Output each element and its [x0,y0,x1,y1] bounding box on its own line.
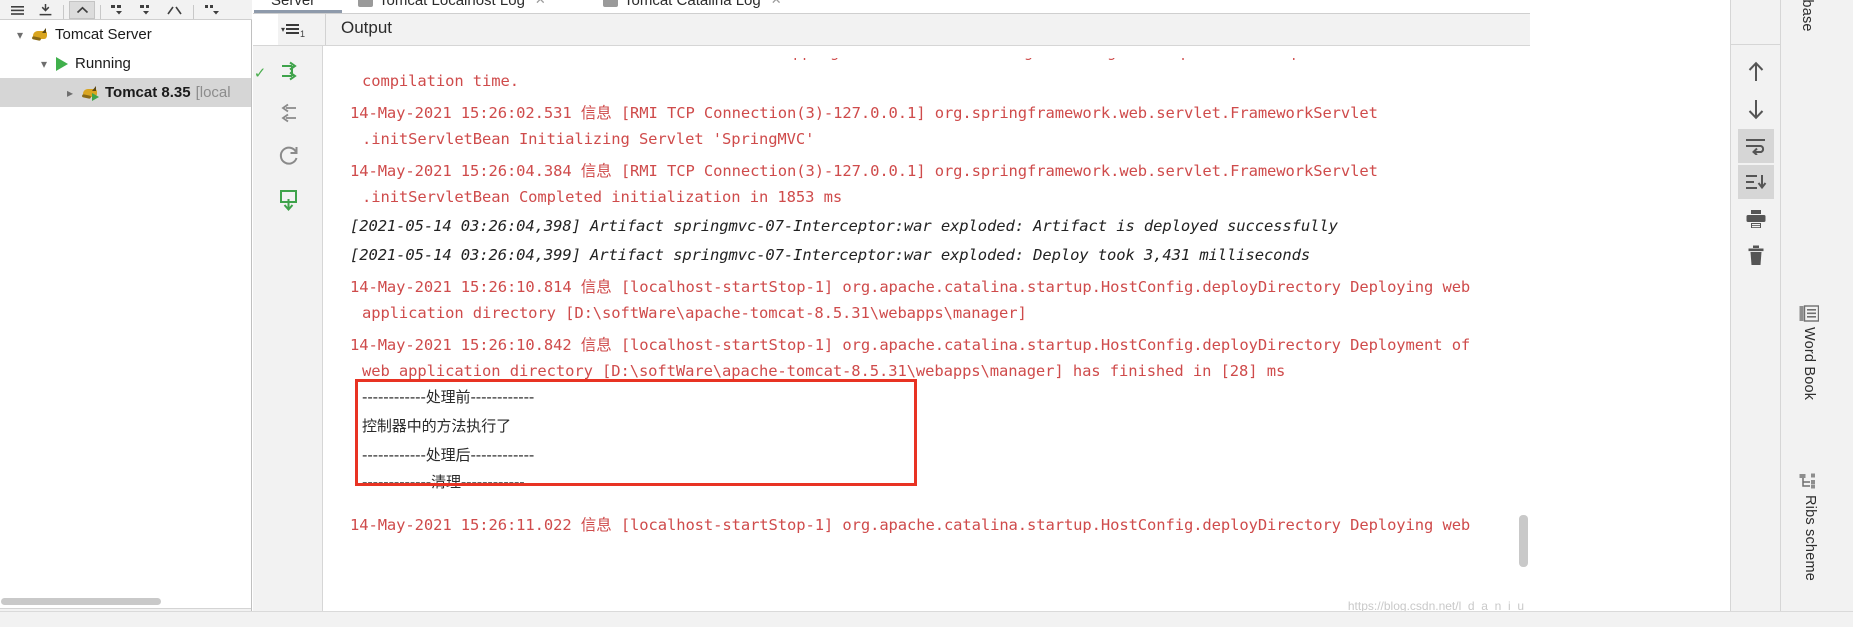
console-line-5: .initServletBean Completed initializatio… [362,188,843,206]
chevron-down-icon-2[interactable]: ▾ [32,57,56,71]
toolbar-separator-2 [100,5,101,19]
fold-lines-control[interactable]: ▾ 1 [281,19,321,40]
console-line-6: [2021-05-14 03:26:04,398] Artifact sprin… [350,217,1338,235]
log-tabstrip: Server Tomcat Localhost Log ✕ Tomcat Cat… [253,0,1530,13]
chevron-down-icon-fold[interactable]: ▾ [281,25,285,34]
tomcat-cat-running-icon [81,85,100,101]
scroll-down-icon[interactable] [1738,92,1774,126]
toolbar-separator-3 [193,5,194,19]
close-icon-2[interactable]: ✕ [771,0,782,8]
clear-all-icon[interactable] [1738,238,1774,272]
console-line-9: application directory [D:\softWare\apach… [362,304,1027,322]
tab-tomcat-catalina-log[interactable]: Tomcat Catalina Log ✕ [603,0,782,12]
console-line-12: ------------处理前------------ [362,388,535,406]
services-toolbar [0,0,252,20]
tool-button-ribs-scheme[interactable]: Ribs scheme [1799,472,1821,581]
ribs-scheme-icon [1799,472,1821,490]
fold-count: 1 [300,29,306,39]
export-icon[interactable] [272,183,306,217]
tree-label-server-suffix: [local [195,84,231,101]
soft-wrap-icon[interactable] [1738,129,1774,163]
console-scrollbar-thumb[interactable] [1519,515,1528,567]
close-icon[interactable]: ✕ [535,0,546,8]
output-title: Output [341,18,393,37]
tool-button-database[interactable]: Database [1799,0,1815,32]
console-line-2: 14-May-2021 15:26:02.531 信息 [RMI TCP Con… [350,104,1378,122]
console-gutter-toolbar: ✓ [253,46,323,627]
console-line-15: -------------清理------------ [362,473,525,491]
scrollbar-thumb[interactable] [1,598,161,605]
tree-label-running: Running [75,55,131,72]
tree-label-server-name: Tomcat 8.35 [105,84,191,101]
side-toolbar-separator [1731,44,1780,45]
tool-label-ribs-scheme: Ribs scheme [1802,495,1818,582]
tool-label-word-book: Word Book [1801,327,1817,401]
tree-row-tomcat-server[interactable]: ▾ Tomcat Server [0,20,251,49]
bottom-status-strip [0,611,1853,627]
tree-label-root: Tomcat Server [55,26,152,43]
log-file-icon-2 [603,0,618,7]
restart-icon[interactable] [272,139,306,173]
console-top-clip [324,46,1530,58]
tab-label-server: Server [271,0,316,9]
rerun-icon[interactable] [272,54,306,88]
scroll-up-icon[interactable] [1738,55,1774,89]
chevron-right-icon[interactable]: ▸ [58,86,82,100]
menu-icon[interactable] [4,1,30,19]
tomcat-cat-icon [31,27,50,43]
collapse-up-icon[interactable] [69,1,95,19]
toolbar-separator-1 [63,5,64,19]
console-area: Server Tomcat Localhost Log ✕ Tomcat Cat… [253,0,1530,627]
log-file-icon [358,0,373,7]
services-horizontal-scrollbar[interactable] [1,598,249,607]
right-tool-window-bar: Database Word Book [1780,0,1853,627]
collapse-branch-icon[interactable] [134,1,160,19]
tree-row-tomcat-instance[interactable]: ▸ Tomcat 8.35 [local [0,78,251,107]
tab-tomcat-localhost-log[interactable]: Tomcat Localhost Log ✕ [358,0,546,12]
fold-lines-icon [286,23,300,36]
console-line-13: 控制器中的方法执行了 [362,417,512,435]
wordbook-icon [1799,305,1819,322]
ide-window: ▾ Tomcat Server ▾ Running ▸ Tomcat 8.35 … [0,0,1853,627]
console-line-16: 14-May-2021 15:26:11.022 信息 [localhost-s… [350,516,1471,534]
console-line-14: ------------处理后------------ [362,446,535,464]
console-line-8: 14-May-2021 15:26:10.814 信息 [localhost-s… [350,278,1471,296]
output-header-left-pad [253,14,278,45]
settings-icon[interactable] [199,1,225,19]
tab-label-catalina-log: Tomcat Catalina Log [624,0,761,9]
success-check-icon: ✓ [253,65,267,82]
console-line-10: 14-May-2021 15:26:10.842 信息 [localhost-s… [350,336,1471,354]
tab-label-localhost-log: Tomcat Localhost Log [379,0,525,9]
tool-label-database: Database [1799,0,1815,32]
console-side-toolbar [1730,0,1780,627]
run-play-icon [56,56,68,71]
tree-row-running[interactable]: ▾ Running [0,49,251,78]
console-line-7: [2021-05-14 03:26:04,399] Artifact sprin… [350,246,1311,264]
services-panel: ▾ Tomcat Server ▾ Running ▸ Tomcat 8.35 … [0,0,252,627]
expand-branch-icon[interactable] [106,1,132,19]
services-tree[interactable]: ▾ Tomcat Server ▾ Running ▸ Tomcat 8.35 … [0,20,251,580]
download-icon[interactable] [32,1,58,19]
scroll-to-end-icon-side[interactable] [1738,165,1774,199]
chevron-down-icon[interactable]: ▾ [8,28,32,42]
print-icon[interactable] [1738,202,1774,236]
output-header-separator [325,14,326,45]
console-line-4: 14-May-2021 15:26:04.384 信息 [RMI TCP Con… [350,162,1378,180]
tool-button-word-book[interactable]: Word Book [1799,305,1819,400]
scroll-to-end-icon[interactable] [272,96,306,130]
console-line-1: compilation time. [362,72,519,90]
console-line-11: web application directory [D:\softWare\a… [362,362,1286,380]
console-output[interactable]: were scanned but no TLDs were found in t… [324,46,1530,627]
jump-icon[interactable] [162,1,188,19]
output-header: ▾ 1 Output [253,14,1530,46]
console-line-3: .initServletBean Initializing Servlet 'S… [362,130,815,148]
